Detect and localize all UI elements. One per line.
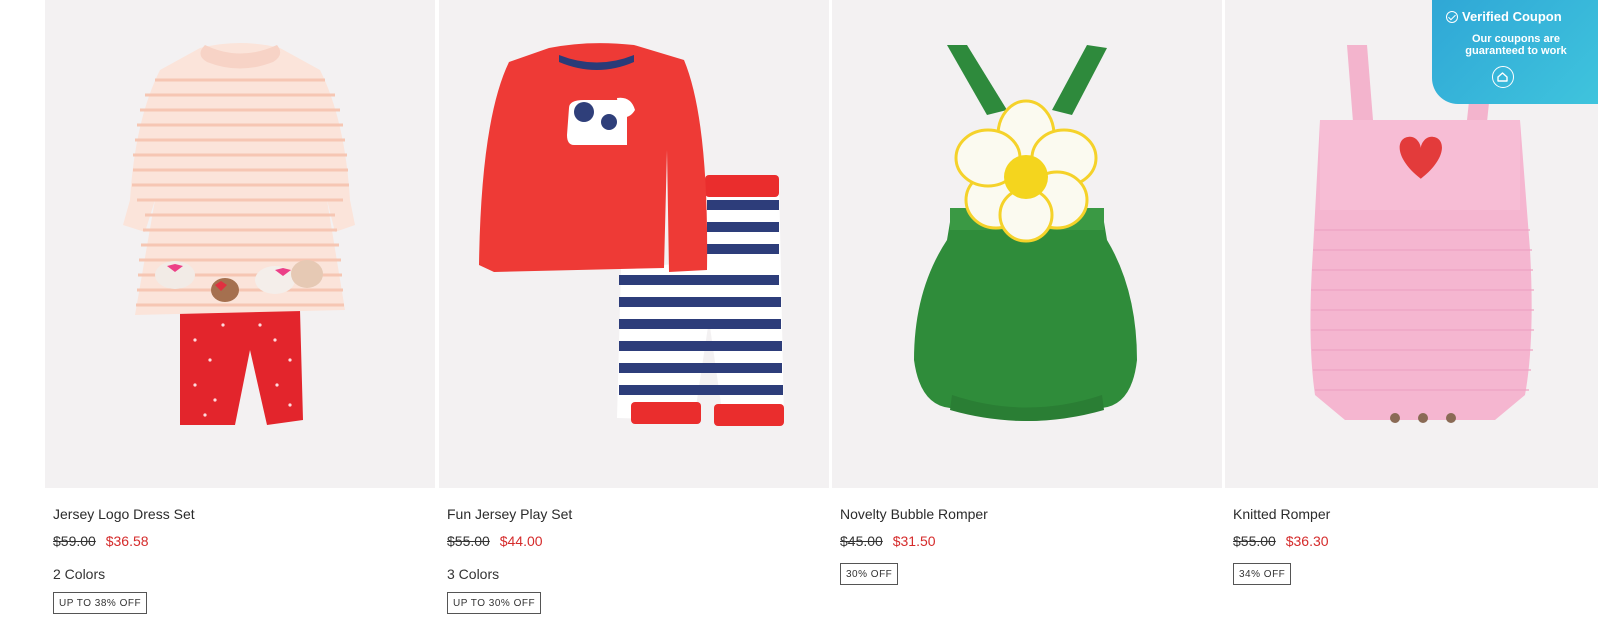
price-row: $55.00 $44.00 bbox=[447, 533, 543, 549]
discount-badge: 34% OFF bbox=[1233, 563, 1292, 585]
check-circle-icon bbox=[1446, 11, 1458, 23]
product-image[interactable] bbox=[439, 0, 829, 488]
discount-badge: UP TO 38% OFF bbox=[53, 592, 148, 614]
coupon-subtitle: Our coupons are guaranteed to work bbox=[1465, 33, 1567, 57]
original-price: $55.00 bbox=[447, 533, 490, 549]
product-image[interactable] bbox=[832, 0, 1222, 488]
price-row: $55.00 $36.30 bbox=[1233, 533, 1329, 549]
product-name[interactable]: Jersey Logo Dress Set bbox=[53, 506, 195, 522]
sale-price: $44.00 bbox=[499, 533, 543, 549]
color-count[interactable]: 2 Colors bbox=[53, 566, 105, 582]
home-icon[interactable] bbox=[1492, 66, 1514, 88]
sale-price: $36.30 bbox=[1285, 533, 1329, 549]
coupon-title: Verified Coupon bbox=[1446, 9, 1562, 24]
product-image[interactable] bbox=[45, 0, 435, 488]
color-count[interactable]: 3 Colors bbox=[447, 566, 499, 582]
discount-badge: UP TO 30% OFF bbox=[447, 592, 542, 614]
verified-coupon-widget[interactable]: Verified Coupon Our coupons are guarante… bbox=[1432, 0, 1598, 104]
product-card[interactable]: Jersey Logo Dress Set $59.00 $36.58 2 Co… bbox=[45, 0, 435, 637]
product-grid: Jersey Logo Dress Set $59.00 $36.58 2 Co… bbox=[45, 0, 1598, 637]
product-name[interactable]: Fun Jersey Play Set bbox=[447, 506, 572, 522]
product-name[interactable]: Knitted Romper bbox=[1233, 506, 1330, 522]
original-price: $45.00 bbox=[840, 533, 883, 549]
product-card[interactable]: Fun Jersey Play Set $55.00 $44.00 3 Colo… bbox=[439, 0, 829, 637]
sale-price: $31.50 bbox=[892, 533, 936, 549]
product-card[interactable]: Novelty Bubble Romper $45.00 $31.50 30% … bbox=[832, 0, 1222, 637]
price-row: $45.00 $31.50 bbox=[840, 533, 936, 549]
original-price: $59.00 bbox=[53, 533, 96, 549]
product-name[interactable]: Novelty Bubble Romper bbox=[840, 506, 988, 522]
price-row: $59.00 $36.58 bbox=[53, 533, 149, 549]
sale-price: $36.58 bbox=[105, 533, 149, 549]
discount-badge: 30% OFF bbox=[840, 563, 899, 585]
coupon-title-text: Verified Coupon bbox=[1462, 9, 1562, 24]
original-price: $55.00 bbox=[1233, 533, 1276, 549]
